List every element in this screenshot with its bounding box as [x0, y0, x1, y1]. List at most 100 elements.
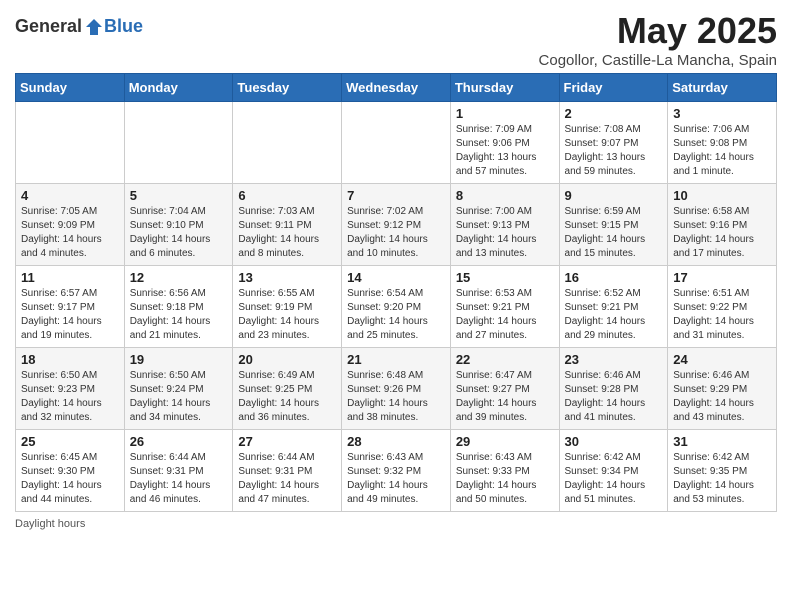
day-info: Sunrise: 7:06 AMSunset: 9:08 PMDaylight:… [673, 123, 771, 179]
calendar-day-header: Sunday [16, 74, 125, 102]
page-title: May 2025 [539, 10, 777, 52]
calendar-cell: 3 Sunrise: 7:06 AMSunset: 9:08 PMDaylight… [668, 102, 777, 184]
logo-text-general: General [15, 16, 82, 37]
day-number: 21 [347, 352, 445, 367]
calendar-cell: 30Sunrise: 6:42 AMSunset: 9:34 PMDayligh… [559, 430, 668, 512]
day-info: Sunrise: 6:44 AMSunset: 9:31 PMDaylight:… [130, 451, 228, 507]
calendar-week-row: 1 Sunrise: 7:09 AMSunset: 9:06 PMDaylight… [16, 102, 777, 184]
calendar-cell: 9Sunrise: 6:59 AMSunset: 9:15 PMDaylight… [559, 184, 668, 266]
day-info: Sunrise: 6:46 AMSunset: 9:29 PMDaylight:… [673, 369, 771, 425]
day-number: 16 [565, 270, 663, 285]
day-number: 25 [21, 434, 119, 449]
day-number: 13 [238, 270, 336, 285]
logo-text-blue: Blue [104, 16, 143, 37]
day-number: 3 [673, 106, 771, 121]
calendar-week-row: 18Sunrise: 6:50 AMSunset: 9:23 PMDayligh… [16, 348, 777, 430]
day-number: 1 [456, 106, 554, 121]
day-number: 30 [565, 434, 663, 449]
footer-note: Daylight hours [15, 518, 777, 530]
calendar-cell: 26 Sunrise: 6:44 AMSunset: 9:31 PMDayligh… [124, 430, 233, 512]
calendar-cell: 10Sunrise: 6:58 AMSunset: 9:16 PMDayligh… [668, 184, 777, 266]
day-info: Sunrise: 6:54 AMSunset: 9:20 PMDaylight:… [347, 287, 445, 343]
calendar-cell: 14 Sunrise: 6:54 AMSunset: 9:20 PMDayligh… [342, 266, 451, 348]
calendar-day-header: Monday [124, 74, 233, 102]
day-number: 26 [130, 434, 228, 449]
day-number: 12 [130, 270, 228, 285]
calendar-cell: 20Sunrise: 6:49 AMSunset: 9:25 PMDayligh… [233, 348, 342, 430]
day-number: 29 [456, 434, 554, 449]
calendar-day-header: Tuesday [233, 74, 342, 102]
day-number: 19 [130, 352, 228, 367]
calendar-cell [16, 102, 125, 184]
logo-icon [84, 17, 104, 37]
day-number: 6 [238, 188, 336, 203]
day-number: 22 [456, 352, 554, 367]
day-number: 15 [456, 270, 554, 285]
day-number: 2 [565, 106, 663, 121]
calendar-cell: 2 Sunrise: 7:08 AMSunset: 9:07 PMDaylight… [559, 102, 668, 184]
day-info: Sunrise: 6:59 AMSunset: 9:15 PMDaylight:… [565, 205, 663, 261]
calendar-week-row: 11 Sunrise: 6:57 AMSunset: 9:17 PMDayligh… [16, 266, 777, 348]
calendar-cell: 12 Sunrise: 6:56 AMSunset: 9:18 PMDayligh… [124, 266, 233, 348]
day-number: 7 [347, 188, 445, 203]
calendar-cell: 19 Sunrise: 6:50 AMSunset: 9:24 PMDayligh… [124, 348, 233, 430]
day-info: Sunrise: 7:09 AMSunset: 9:06 PMDaylight:… [456, 123, 554, 179]
day-number: 24 [673, 352, 771, 367]
calendar-cell: 5 Sunrise: 7:04 AMSunset: 9:10 PMDaylight… [124, 184, 233, 266]
calendar-cell: 13Sunrise: 6:55 AMSunset: 9:19 PMDayligh… [233, 266, 342, 348]
day-number: 5 [130, 188, 228, 203]
day-info: Sunrise: 6:46 AMSunset: 9:28 PMDaylight:… [565, 369, 663, 425]
calendar-cell [124, 102, 233, 184]
day-number: 17 [673, 270, 771, 285]
logo: General Blue [15, 16, 143, 37]
day-info: Sunrise: 6:50 AMSunset: 9:24 PMDaylight:… [130, 369, 228, 425]
calendar-cell [342, 102, 451, 184]
calendar-week-row: 4 Sunrise: 7:05 AMSunset: 9:09 PMDaylight… [16, 184, 777, 266]
day-number: 8 [456, 188, 554, 203]
title-area: May 2025 Cogollor, Castille-La Mancha, S… [539, 10, 777, 69]
calendar-cell: 15Sunrise: 6:53 AMSunset: 9:21 PMDayligh… [450, 266, 559, 348]
day-info: Sunrise: 6:43 AMSunset: 9:32 PMDaylight:… [347, 451, 445, 507]
day-info: Sunrise: 6:48 AMSunset: 9:26 PMDaylight:… [347, 369, 445, 425]
calendar-day-header: Friday [559, 74, 668, 102]
calendar-cell: 24 Sunrise: 6:46 AMSunset: 9:29 PMDayligh… [668, 348, 777, 430]
calendar-cell: 23Sunrise: 6:46 AMSunset: 9:28 PMDayligh… [559, 348, 668, 430]
day-number: 28 [347, 434, 445, 449]
calendar-cell: 21 Sunrise: 6:48 AMSunset: 9:26 PMDayligh… [342, 348, 451, 430]
calendar-cell: 22 Sunrise: 6:47 AMSunset: 9:27 PMDayligh… [450, 348, 559, 430]
calendar-cell: 4 Sunrise: 7:05 AMSunset: 9:09 PMDaylight… [16, 184, 125, 266]
day-number: 14 [347, 270, 445, 285]
day-number: 4 [21, 188, 119, 203]
calendar-cell: 31Sunrise: 6:42 AMSunset: 9:35 PMDayligh… [668, 430, 777, 512]
calendar-cell: 1 Sunrise: 7:09 AMSunset: 9:06 PMDaylight… [450, 102, 559, 184]
calendar-table: SundayMondayTuesdayWednesdayThursdayFrid… [15, 73, 777, 512]
calendar-cell: 28 Sunrise: 6:43 AMSunset: 9:32 PMDayligh… [342, 430, 451, 512]
day-info: Sunrise: 7:08 AMSunset: 9:07 PMDaylight:… [565, 123, 663, 179]
day-number: 20 [238, 352, 336, 367]
daylight-hours-label: Daylight hours [15, 518, 85, 530]
day-info: Sunrise: 6:58 AMSunset: 9:16 PMDaylight:… [673, 205, 771, 261]
day-info: Sunrise: 6:57 AMSunset: 9:17 PMDaylight:… [21, 287, 119, 343]
calendar-cell: 27Sunrise: 6:44 AMSunset: 9:31 PMDayligh… [233, 430, 342, 512]
calendar-day-header: Saturday [668, 74, 777, 102]
calendar-cell: 29Sunrise: 6:43 AMSunset: 9:33 PMDayligh… [450, 430, 559, 512]
day-info: Sunrise: 7:05 AMSunset: 9:09 PMDaylight:… [21, 205, 119, 261]
calendar-day-header: Wednesday [342, 74, 451, 102]
calendar-day-header: Thursday [450, 74, 559, 102]
calendar-cell: 11 Sunrise: 6:57 AMSunset: 9:17 PMDayligh… [16, 266, 125, 348]
day-info: Sunrise: 7:04 AMSunset: 9:10 PMDaylight:… [130, 205, 228, 261]
calendar-week-row: 25Sunrise: 6:45 AMSunset: 9:30 PMDayligh… [16, 430, 777, 512]
day-number: 18 [21, 352, 119, 367]
day-info: Sunrise: 7:00 AMSunset: 9:13 PMDaylight:… [456, 205, 554, 261]
page-header: General Blue May 2025 Cogollor, Castille… [15, 10, 777, 69]
calendar-cell: 18Sunrise: 6:50 AMSunset: 9:23 PMDayligh… [16, 348, 125, 430]
day-info: Sunrise: 6:42 AMSunset: 9:35 PMDaylight:… [673, 451, 771, 507]
day-info: Sunrise: 7:03 AMSunset: 9:11 PMDaylight:… [238, 205, 336, 261]
day-number: 11 [21, 270, 119, 285]
calendar-header-row: SundayMondayTuesdayWednesdayThursdayFrid… [16, 74, 777, 102]
calendar-cell: 17Sunrise: 6:51 AMSunset: 9:22 PMDayligh… [668, 266, 777, 348]
calendar-cell: 8 Sunrise: 7:00 AMSunset: 9:13 PMDaylight… [450, 184, 559, 266]
calendar-cell: 7Sunrise: 7:02 AMSunset: 9:12 PMDaylight… [342, 184, 451, 266]
day-info: Sunrise: 6:56 AMSunset: 9:18 PMDaylight:… [130, 287, 228, 343]
day-info: Sunrise: 6:47 AMSunset: 9:27 PMDaylight:… [456, 369, 554, 425]
